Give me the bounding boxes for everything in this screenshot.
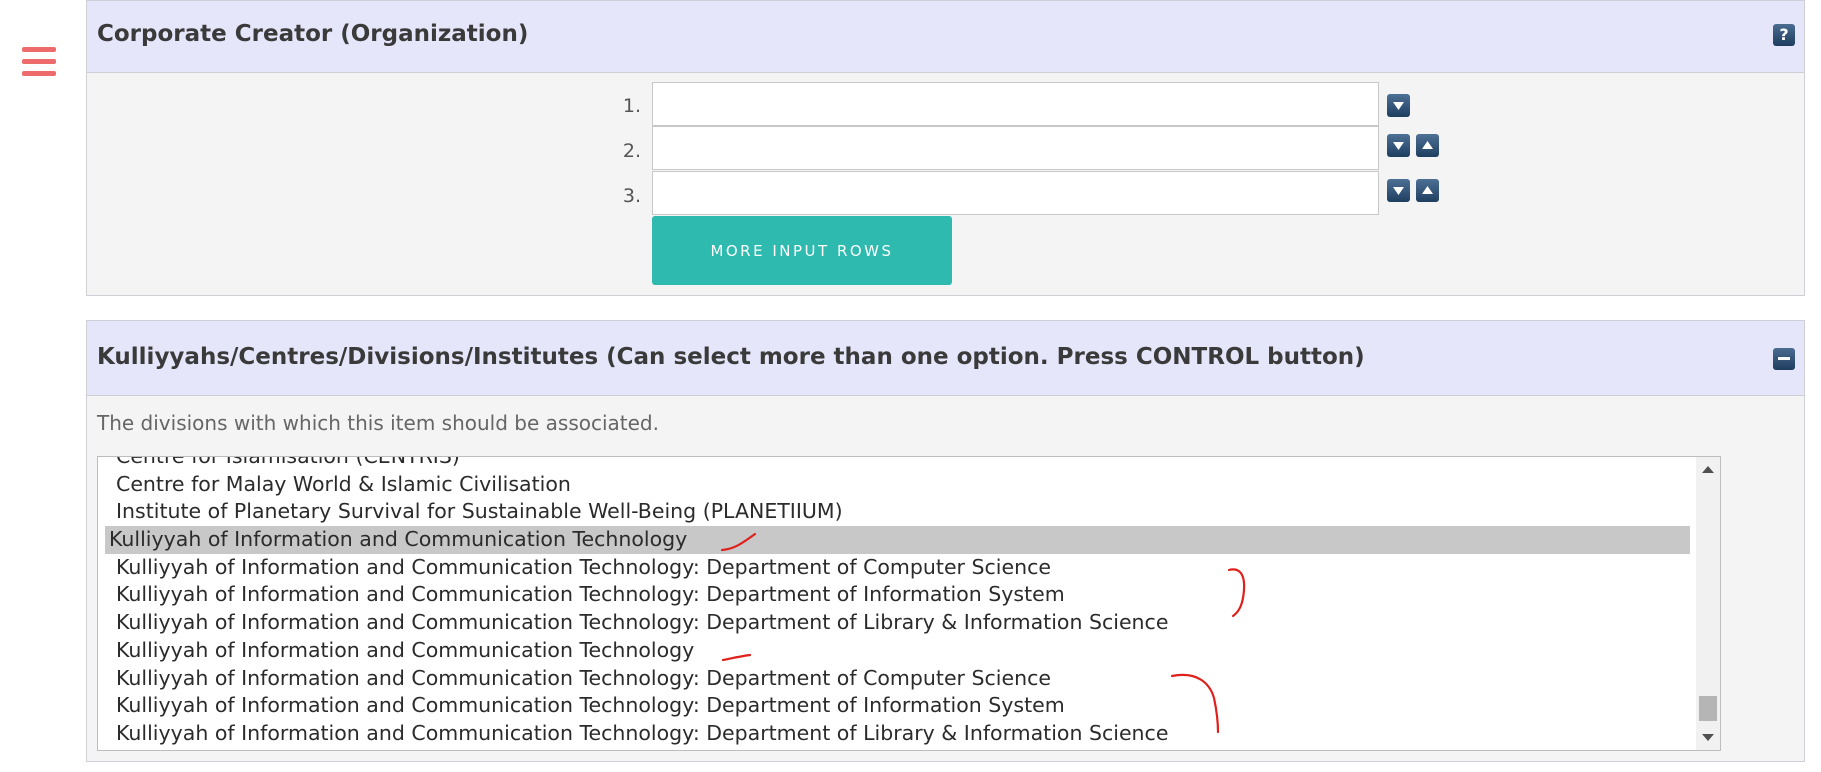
divisions-help-text: The divisions with which this item shoul… bbox=[97, 411, 659, 435]
division-option[interactable]: Institute of Planetary Survival for Sust… bbox=[105, 498, 1690, 526]
corporate-creator-input-1[interactable] bbox=[652, 82, 1379, 126]
corporate-creator-input-3[interactable] bbox=[652, 171, 1379, 215]
corporate-creator-input-2[interactable] bbox=[652, 126, 1379, 170]
row-number: 3. bbox=[622, 185, 641, 207]
scrollbar[interactable] bbox=[1696, 457, 1720, 750]
move-down-icon[interactable] bbox=[1387, 94, 1410, 117]
division-option[interactable]: Kulliyyah of Information and Communicati… bbox=[105, 554, 1690, 582]
scrollbar-thumb[interactable] bbox=[1699, 696, 1717, 721]
scroll-down-arrow-icon[interactable] bbox=[1702, 734, 1714, 741]
division-option[interactable]: Centre for Malay World & Islamic Civilis… bbox=[105, 471, 1690, 499]
division-option[interactable]: Kulliyyah of Information and Communicati… bbox=[105, 526, 1690, 554]
hamburger-menu-icon[interactable] bbox=[22, 47, 56, 77]
divisions-options: Centre for Islamisation (CENTRIS) Centre … bbox=[98, 457, 1696, 748]
help-icon[interactable]: ? bbox=[1773, 24, 1795, 46]
division-option[interactable]: Kulliyyah of Information and Communicati… bbox=[105, 581, 1690, 609]
hamburger-bar bbox=[22, 47, 56, 52]
move-down-icon[interactable] bbox=[1387, 134, 1410, 157]
collapse-icon[interactable] bbox=[1773, 348, 1795, 370]
division-option[interactable]: Centre for Islamisation (CENTRIS) bbox=[105, 457, 1690, 471]
corporate-creator-header: Corporate Creator (Organization) ? bbox=[87, 1, 1804, 73]
division-option[interactable]: Kulliyyah of Information and Communicati… bbox=[105, 609, 1690, 637]
move-up-icon[interactable] bbox=[1416, 179, 1439, 202]
hamburger-bar bbox=[22, 59, 56, 64]
division-option[interactable]: Kulliyyah of Information and Communicati… bbox=[105, 692, 1690, 720]
divisions-title: Kulliyyahs/Centres/Divisions/Institutes … bbox=[97, 344, 1365, 370]
row-number: 1. bbox=[622, 95, 641, 117]
divisions-header: Kulliyyahs/Centres/Divisions/Institutes … bbox=[87, 321, 1804, 396]
corporate-creator-title: Corporate Creator (Organization) bbox=[97, 21, 529, 47]
corporate-creator-panel: Corporate Creator (Organization) ? 1. 2.… bbox=[86, 0, 1805, 296]
division-option[interactable]: Kulliyyah of Information and Communicati… bbox=[105, 665, 1690, 693]
more-input-rows-button[interactable]: MORE INPUT ROWS bbox=[652, 216, 952, 285]
move-up-icon[interactable] bbox=[1416, 134, 1439, 157]
divisions-panel: Kulliyyahs/Centres/Divisions/Institutes … bbox=[86, 320, 1805, 762]
scroll-up-arrow-icon[interactable] bbox=[1702, 466, 1714, 473]
division-option[interactable]: Kulliyyah of Information and Communicati… bbox=[105, 637, 1690, 665]
divisions-multiselect[interactable]: Centre for Islamisation (CENTRIS) Centre … bbox=[97, 456, 1721, 751]
division-option[interactable]: Kulliyyah of Information and Communicati… bbox=[105, 720, 1690, 748]
hamburger-bar bbox=[22, 71, 56, 76]
move-down-icon[interactable] bbox=[1387, 179, 1410, 202]
row-number: 2. bbox=[622, 140, 641, 162]
